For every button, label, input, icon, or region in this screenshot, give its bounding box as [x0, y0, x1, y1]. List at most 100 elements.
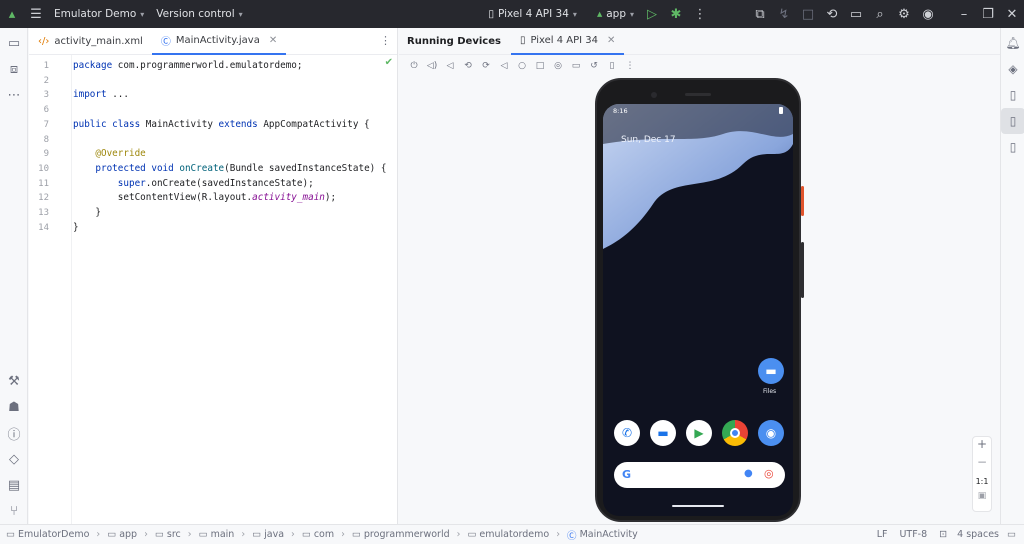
volume-button[interactable] — [801, 242, 804, 298]
apply-changes-icon[interactable]: ⧉ — [748, 0, 772, 28]
app-quality-icon[interactable]: ◇ — [0, 446, 28, 472]
terminal-icon[interactable]: ▤ — [0, 472, 28, 498]
zoom-actual-size[interactable]: 1:1 — [973, 473, 991, 491]
more-tools-icon[interactable]: ⋯ — [0, 82, 28, 108]
chevron-right-icon: › — [341, 529, 345, 540]
screen-record-icon[interactable]: ▭ — [569, 59, 583, 73]
close-icon[interactable]: ✕ — [1000, 0, 1024, 28]
build-icon[interactable]: ⚒ — [0, 368, 28, 394]
breadcrumb-item[interactable]: java — [264, 529, 284, 540]
breadcrumb-item[interactable]: programmerworld — [364, 529, 450, 540]
tab-options-icon[interactable]: ⋮ — [380, 34, 391, 47]
tab-activity-main-xml[interactable]: ‹/› activity_main.xml — [29, 28, 152, 55]
account-icon[interactable]: ◉ — [916, 0, 940, 28]
phone-app-icon[interactable]: ✆ — [614, 420, 640, 446]
problems-icon[interactable]: ⓘ — [0, 420, 28, 446]
left-tool-strip: ▭ ⧈ ⋯ ⚒ ☗ ⓘ ◇ ▤ ⑂ — [0, 28, 28, 524]
extended-controls-icon[interactable]: ▯ — [605, 59, 619, 73]
memory-icon[interactable]: ▭ — [1007, 529, 1016, 540]
running-devices-icon[interactable]: ▯ — [1001, 108, 1024, 134]
fit-screen-icon[interactable]: ▣ — [973, 491, 991, 509]
code-line: } — [73, 222, 79, 233]
indent-setting[interactable]: 4 spaces — [957, 529, 999, 540]
folder-icon: ▭ — [107, 529, 117, 540]
messages-app-icon[interactable]: ▬ — [650, 420, 676, 446]
breadcrumb-item[interactable]: app — [119, 529, 137, 540]
zoom-out-icon[interactable]: − — [973, 455, 991, 473]
logcat-icon[interactable]: ☗ — [0, 394, 28, 420]
power-icon[interactable]: ⏻ — [407, 59, 421, 73]
version-control-icon[interactable]: ⑂ — [0, 498, 28, 524]
device-manager-icon[interactable]: ▯ — [1001, 82, 1024, 108]
breadcrumb-item[interactable]: emulatordemo — [479, 529, 549, 540]
breadcrumb-item[interactable]: com — [314, 529, 334, 540]
breadcrumb-item[interactable]: main — [211, 529, 235, 540]
search-icon[interactable]: ⌕ — [868, 0, 892, 28]
code-line: setContentView(R.layout.activity_main); — [73, 192, 336, 203]
project-folder-icon[interactable]: ▭ — [0, 30, 28, 56]
volume-up-icon[interactable]: ◁) — [425, 59, 439, 73]
device-explorer-icon[interactable]: ▯ — [1001, 134, 1024, 160]
line-number: 2 — [43, 75, 49, 86]
code-token: protected void — [73, 162, 180, 174]
main-menu-icon[interactable]: ☰ — [24, 0, 48, 28]
restore-icon[interactable]: ❐ — [976, 0, 1000, 28]
snapshot-icon[interactable]: ↺ — [587, 59, 601, 73]
chevron-down-icon: ▾ — [572, 9, 577, 19]
home-icon[interactable]: ○ — [515, 59, 529, 73]
power-button[interactable] — [801, 186, 804, 216]
google-search-bar[interactable]: G ● ◎ — [614, 462, 785, 488]
run-config-selector[interactable]: ▴ app ▾ — [591, 0, 640, 28]
lock-icon[interactable]: ⊡ — [939, 529, 947, 540]
tab-main-activity-java[interactable]: Ⓒ MainActivity.java ✕ — [151, 28, 287, 55]
device-selector[interactable]: ▯ Pixel 4 API 34 ▾ — [482, 0, 583, 28]
zoom-in-icon[interactable]: + — [973, 437, 991, 455]
more-icon[interactable]: ⋮ — [688, 0, 712, 28]
vcs-selector[interactable]: Version control ▾ — [150, 0, 248, 28]
breadcrumb-item[interactable]: src — [167, 529, 181, 540]
breadcrumb-item[interactable]: EmulatorDemo — [18, 529, 89, 540]
close-tab-icon[interactable]: ✕ — [269, 35, 277, 46]
tab-device[interactable]: ▯ Pixel 4 API 34 ✕ — [510, 28, 625, 55]
rotate-right-icon[interactable]: ⟳ — [479, 59, 493, 73]
mic-icon[interactable]: ● — [744, 468, 753, 479]
lens-icon[interactable]: ◎ — [764, 467, 774, 480]
close-tab-icon[interactable]: ✕ — [607, 35, 615, 46]
device-icon: ▯ — [488, 8, 494, 20]
gesture-bar[interactable] — [672, 505, 724, 507]
play-store-icon[interactable]: ▶ — [686, 420, 712, 446]
code-token: extends — [218, 118, 264, 130]
tab-label: Pixel 4 API 34 — [530, 34, 599, 46]
files-app-icon[interactable]: ▬ — [758, 358, 784, 384]
rotate-left-icon[interactable]: ⟲ — [461, 59, 475, 73]
sync-gradle-icon[interactable]: ⟲ — [820, 0, 844, 28]
phone-screen[interactable]: 8:16 Sun, Dec 17 ▬ Files ✆ ▬ ▶ ◉ G ● ◎ — [603, 104, 793, 516]
apply-code-changes-icon[interactable]: ↯ — [772, 0, 796, 28]
back-icon[interactable]: ◁ — [497, 59, 511, 73]
device-manager-icon[interactable]: ▭ — [844, 0, 868, 28]
chrome-icon[interactable] — [722, 420, 748, 446]
project-selector[interactable]: Emulator Demo ▾ — [48, 0, 150, 28]
camera-app-icon[interactable]: ◉ — [758, 420, 784, 446]
volume-down-icon[interactable]: ◁ — [443, 59, 457, 73]
breadcrumb-item[interactable]: MainActivity — [580, 529, 638, 540]
notifications-icon[interactable]: 🔔︎ — [1001, 30, 1024, 56]
gear-icon[interactable]: ⚙ — [892, 0, 916, 28]
overview-icon[interactable]: □ — [533, 59, 547, 73]
debug-icon[interactable]: ✱ — [664, 0, 688, 28]
screenshot-icon[interactable]: ◎ — [551, 59, 565, 73]
code-area[interactable]: ✔ 1 package com.programmerworld.emulatord… — [29, 55, 397, 524]
run-icon[interactable]: ▷ — [640, 0, 664, 28]
file-encoding[interactable]: UTF-8 — [899, 529, 927, 540]
chevron-right-icon: › — [187, 529, 192, 540]
class-icon: Ⓒ — [567, 530, 577, 542]
speaker-grille — [685, 93, 711, 96]
more-icon[interactable]: ⋮ — [623, 59, 637, 73]
project-name: Emulator Demo — [54, 8, 137, 20]
stop-icon[interactable]: □ — [796, 0, 820, 28]
resource-manager-icon[interactable]: ⧈ — [0, 56, 28, 82]
minimize-icon[interactable]: – — [952, 0, 976, 28]
line-separator[interactable]: LF — [877, 529, 888, 540]
gradle-icon[interactable]: ◈ — [1001, 56, 1024, 82]
code-line: super.onCreate(savedInstanceState); — [73, 178, 314, 189]
